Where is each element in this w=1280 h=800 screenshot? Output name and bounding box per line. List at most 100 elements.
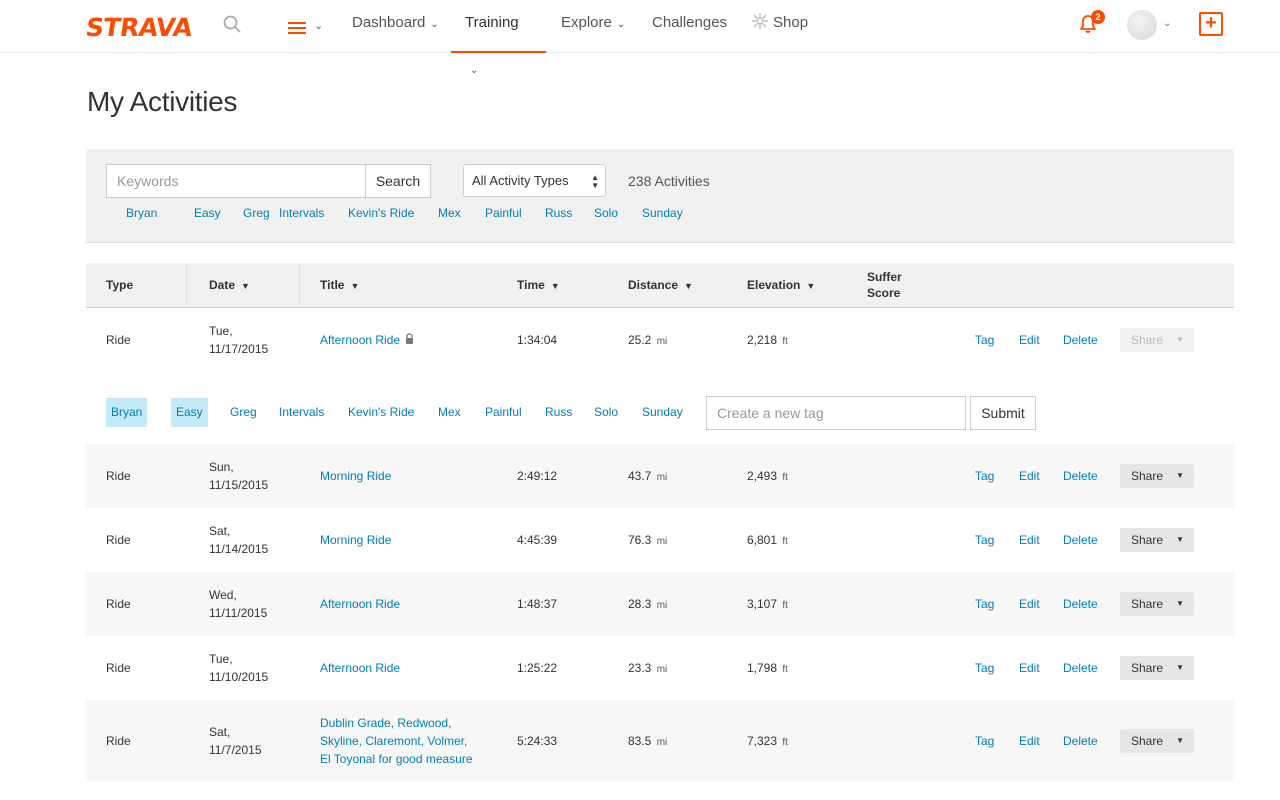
tag-link[interactable]: Tag [975, 661, 994, 675]
tag-option[interactable]: Intervals [274, 398, 329, 427]
tag-filter[interactable]: Mex [438, 206, 461, 220]
tag-link[interactable]: Tag [975, 533, 994, 547]
activity-type: Ride [106, 533, 131, 547]
column-title[interactable]: Title ▼ [320, 263, 359, 309]
tag-filter[interactable]: Kevin's Ride [348, 206, 414, 220]
delete-link[interactable]: Delete [1063, 533, 1098, 547]
activity-title-link[interactable]: Afternoon Ride [320, 661, 400, 675]
delete-link[interactable]: Delete [1063, 661, 1098, 675]
nav-challenges[interactable]: Challenges [652, 0, 727, 53]
lock-icon [406, 333, 414, 344]
activity-date-value: 11/14/2015 [209, 542, 269, 556]
tag-option[interactable]: Russ [540, 398, 577, 427]
table-row: Ride Sat, 11/14/2015 Morning Ride 4:45:3… [86, 508, 1234, 572]
tag-filter[interactable]: Easy [194, 206, 221, 220]
elevation-value: 2,218 [747, 333, 778, 347]
tag-option[interactable]: Kevin's Ride [343, 398, 419, 427]
elevation-value: 3,107 [747, 597, 778, 611]
edit-link[interactable]: Edit [1019, 469, 1040, 483]
tag-option[interactable]: Solo [589, 398, 623, 427]
edit-link[interactable]: Edit [1019, 661, 1040, 675]
column-divider [299, 263, 300, 308]
nav-shop[interactable]: Shop [751, 0, 808, 53]
tag-option-selected[interactable]: Bryan [106, 398, 148, 427]
tag-link[interactable]: Tag [975, 597, 994, 611]
tag-filter[interactable]: Bryan [126, 206, 157, 220]
activity-type-select[interactable]: All Activity Types ▲ ▼ [463, 164, 606, 197]
activity-title-link[interactable]: Morning Ride [320, 533, 391, 547]
share-button[interactable]: Share ▼ [1120, 729, 1194, 753]
tag-filter[interactable]: Painful [485, 206, 522, 220]
activity-time: 1:25:22 [517, 661, 558, 675]
tag-filter[interactable]: Greg [243, 206, 270, 220]
activity-title-link[interactable]: Afternoon Ride [320, 333, 400, 347]
delete-link[interactable]: Delete [1063, 469, 1098, 483]
chevron-down-icon: ⌄ [616, 19, 626, 30]
avatar[interactable] [1127, 10, 1157, 40]
tag-option[interactable]: Sunday [637, 398, 688, 427]
column-elevation[interactable]: Elevation ▼ [747, 263, 815, 309]
chevron-down-icon[interactable]: ⌄ [314, 19, 323, 32]
tag-link[interactable]: Tag [975, 734, 994, 748]
nav-dashboard[interactable]: Dashboard ⌄ [352, 0, 439, 53]
activity-title-link[interactable]: Afternoon Ride [320, 597, 400, 611]
activity-title-link[interactable]: Dublin Grade, Redwood, Skyline, Claremon… [320, 714, 473, 768]
edit-link[interactable]: Edit [1019, 597, 1040, 611]
tag-link[interactable]: Tag [975, 469, 994, 483]
share-button[interactable]: Share ▼ [1120, 656, 1194, 680]
tag-option[interactable]: Mex [433, 398, 466, 427]
activity-date-value: 11/7/2015 [209, 743, 262, 757]
share-button[interactable]: Share ▼ [1120, 528, 1194, 552]
share-button[interactable]: Share ▼ [1120, 592, 1194, 616]
tag-option-selected[interactable]: Easy [171, 398, 208, 427]
column-time[interactable]: Time ▼ [517, 263, 560, 309]
delete-link[interactable]: Delete [1063, 734, 1098, 748]
column-distance[interactable]: Distance ▼ [628, 263, 693, 309]
activity-time: 1:48:37 [517, 597, 558, 611]
column-type-label: Type [106, 278, 134, 292]
tag-link[interactable]: Tag [975, 333, 994, 347]
column-date[interactable]: Date ▼ [209, 263, 250, 309]
tag-filter[interactable]: Solo [594, 206, 618, 220]
tag-filter[interactable]: Sunday [642, 206, 683, 220]
activity-day: Sun, [209, 460, 234, 474]
activity-title-link[interactable]: Morning Ride [320, 469, 391, 483]
new-tag-input[interactable] [706, 396, 966, 430]
elevation-value: 2,493 [747, 469, 778, 483]
delete-link[interactable]: Delete [1063, 597, 1098, 611]
distance-value: 76.3 [628, 533, 652, 547]
strava-logo[interactable]: STRAVA [84, 13, 194, 42]
caret-down-icon: ▼ [1176, 471, 1184, 480]
edit-link[interactable]: Edit [1019, 734, 1040, 748]
tag-filter[interactable]: Intervals [279, 206, 324, 220]
search-icon[interactable] [223, 15, 241, 33]
share-button[interactable]: Share ▼ [1120, 464, 1194, 488]
submit-tag-button[interactable]: Submit [970, 396, 1036, 430]
elevation-unit: ft [782, 600, 788, 611]
activity-elevation: 1,798 ft [747, 661, 788, 675]
column-divider [186, 263, 187, 308]
elevation-unit: ft [782, 536, 788, 547]
share-button: Share ▼ [1120, 328, 1194, 352]
shop-icon [752, 13, 768, 29]
activity-date-value: 11/15/2015 [209, 478, 269, 492]
tag-option[interactable]: Greg [225, 398, 262, 427]
sort-desc-icon: ▼ [684, 281, 693, 291]
nav-explore[interactable]: Explore ⌄ [561, 0, 625, 53]
edit-link[interactable]: Edit [1019, 533, 1040, 547]
distance-unit: mi [656, 737, 668, 748]
search-button[interactable]: Search [365, 164, 431, 198]
delete-link[interactable]: Delete [1063, 333, 1098, 347]
chevron-down-icon: ⌄ [470, 65, 479, 76]
activity-type: Ride [106, 597, 131, 611]
tag-filter[interactable]: Russ [545, 206, 572, 220]
share-label: Share [1131, 469, 1164, 483]
tag-option[interactable]: Painful [480, 398, 527, 427]
edit-link[interactable]: Edit [1019, 333, 1040, 347]
nav-training[interactable]: Training ⌄ [451, 0, 546, 76]
chevron-down-icon[interactable]: ⌄ [1163, 18, 1171, 29]
menu-icon[interactable] [287, 19, 307, 35]
nav-shop-label: Shop [773, 14, 809, 31]
add-icon[interactable]: + [1199, 12, 1223, 36]
keyword-search-input[interactable] [106, 164, 366, 198]
